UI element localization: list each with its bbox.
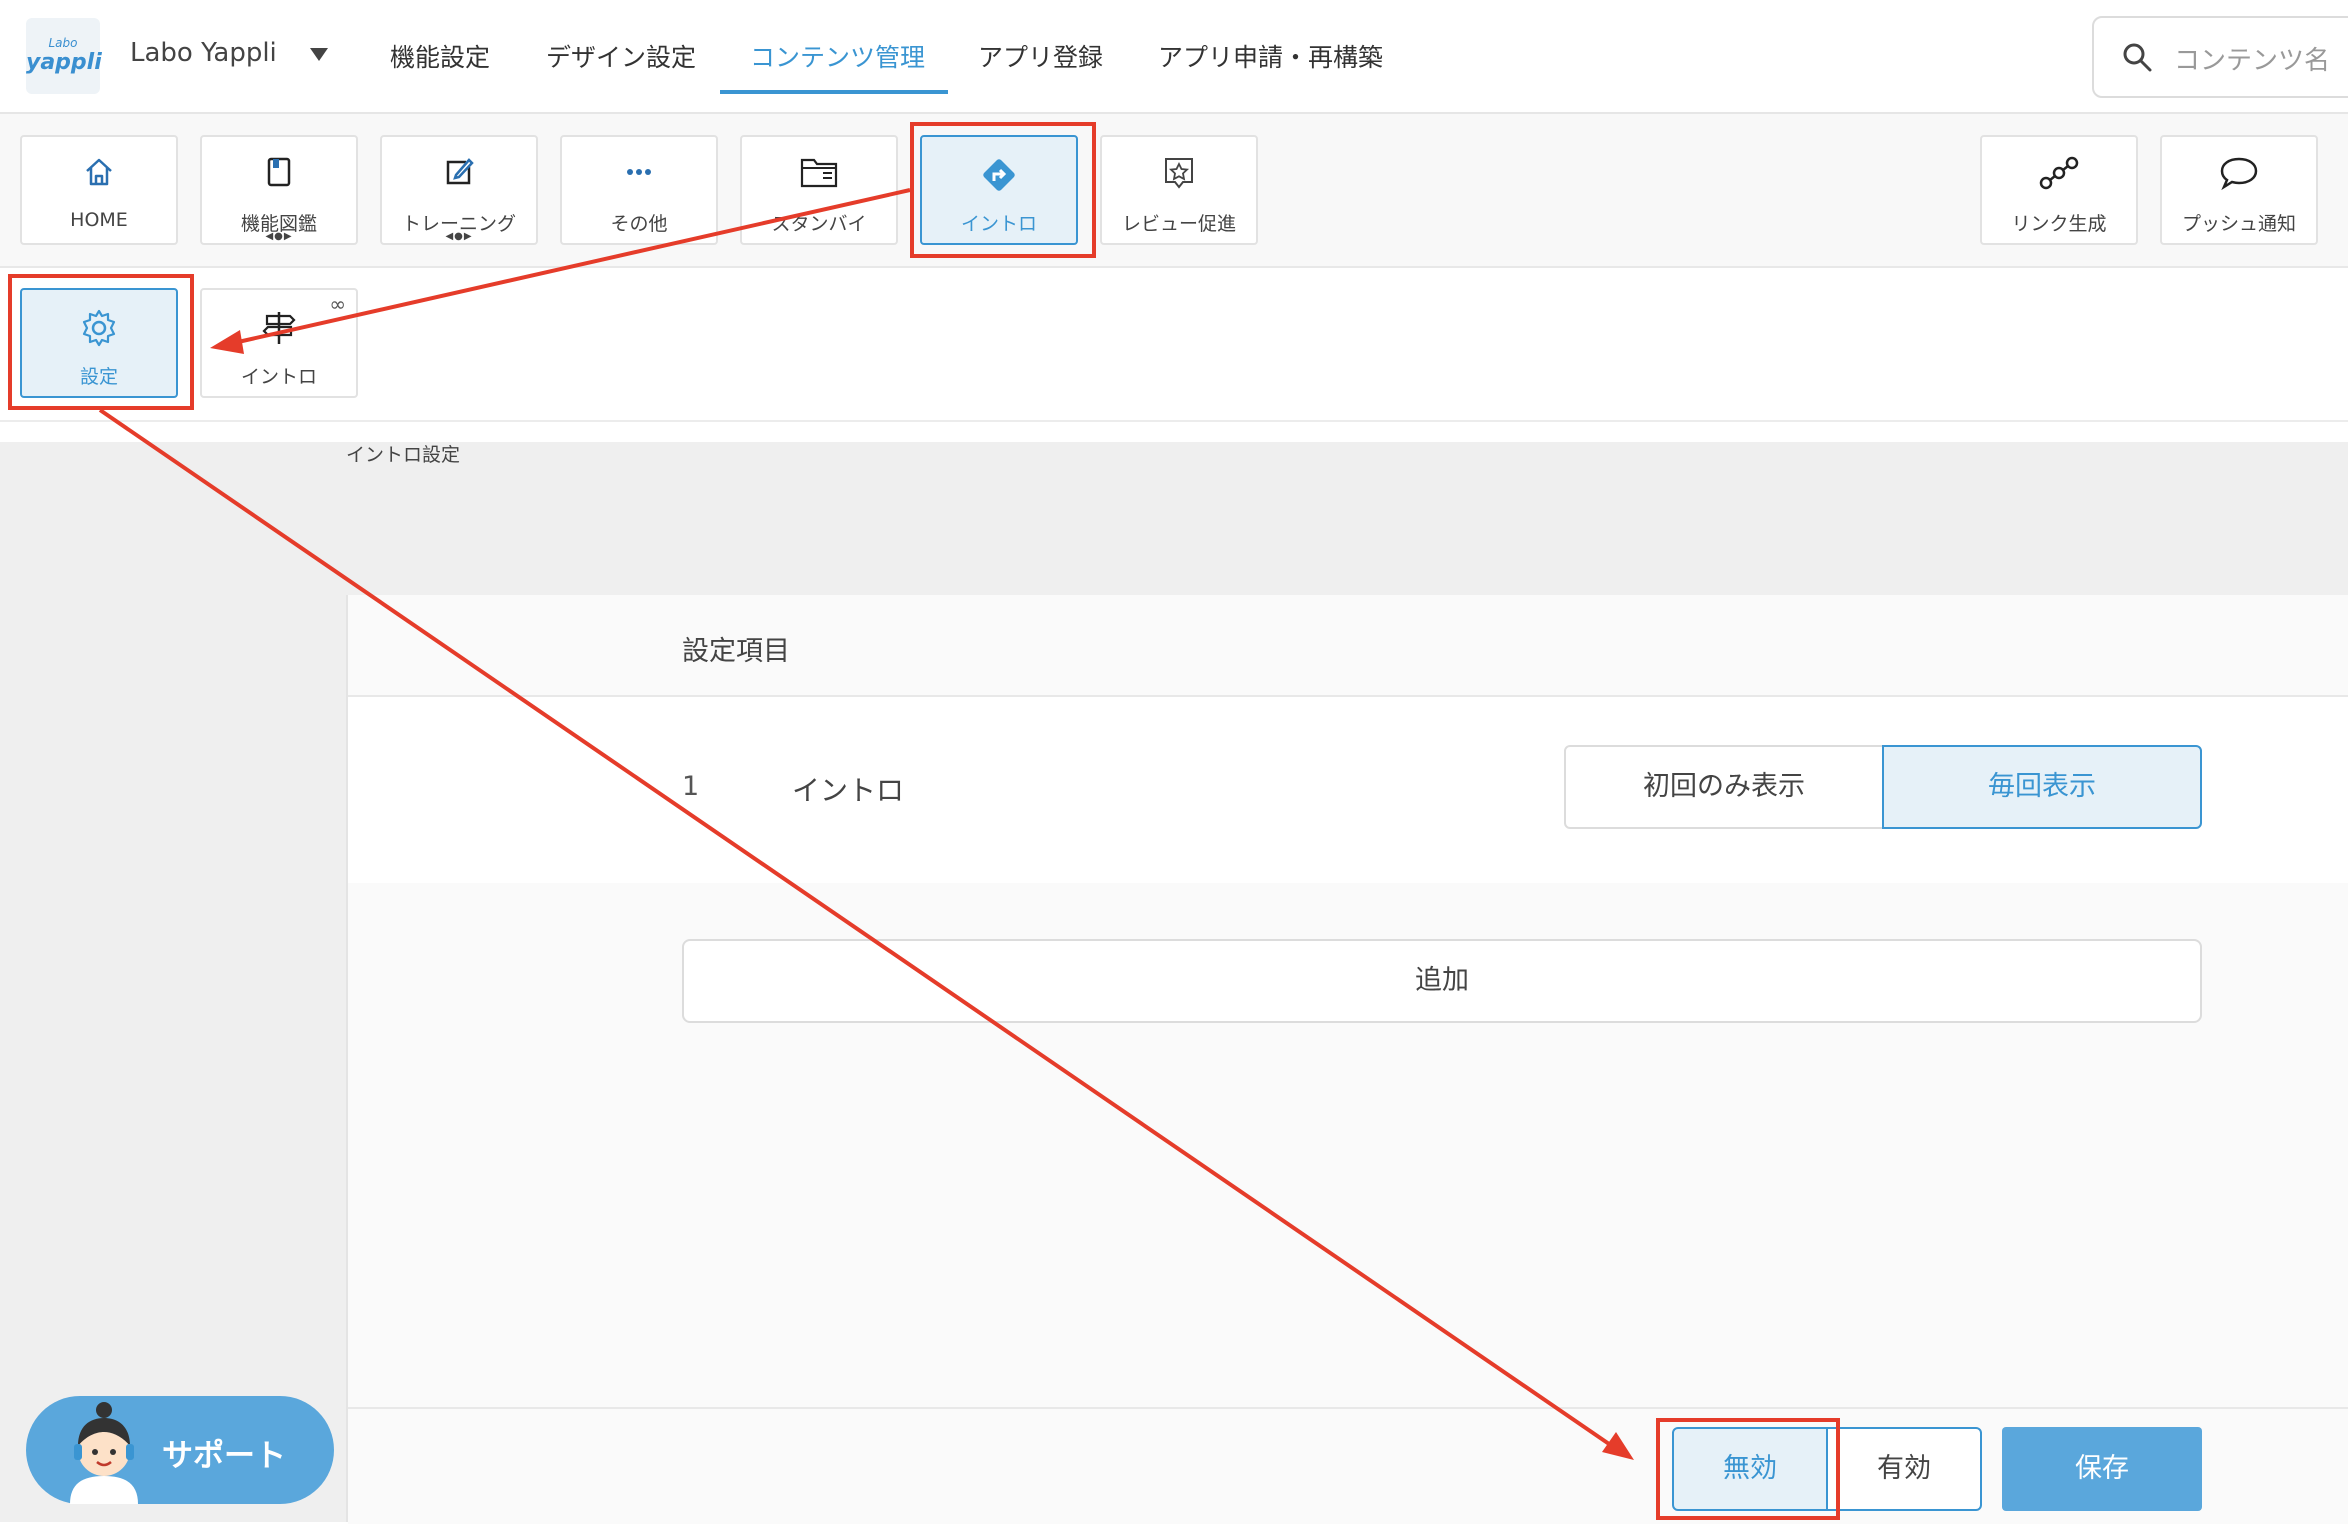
subtoolbar-intro[interactable]: ∞ イントロ [200,288,358,398]
content-search-input[interactable]: コンテンツ名 [2092,16,2348,98]
toolbar-push-notification-label: プッシュ通知 [2181,213,2296,235]
enable-option[interactable]: 有効 [1826,1427,1982,1511]
toolbar-other[interactable]: その他 [560,135,718,245]
top-header: Labo yappli Labo Yappli 機能設定 デザイン設定 コンテン… [0,0,2348,114]
toolbar-review-promotion[interactable]: レビュー促進 [1100,135,1258,245]
toolbar-home-label: HOME [70,209,128,231]
toolbar-standby-label: スタンバイ [771,213,867,235]
row-name[interactable]: イントロ [792,769,904,809]
intro-settings-panel: 設定項目 1 イントロ 初回のみ表示 毎回表示 追加 無効 有効 保存 [346,595,2348,1524]
toolbar-link-generator-label: リンク生成 [2011,213,2107,235]
toolbar-standby[interactable]: スタンバイ [740,135,898,245]
nav-app-submission[interactable]: アプリ申請・再構築 [1158,38,1383,74]
save-button[interactable]: 保存 [2002,1427,2202,1511]
panel-title: 設定項目 [682,636,790,667]
annotation-highlight-disable [1656,1418,1840,1520]
link-nodes-icon [2039,156,2079,190]
subtoolbar-intro-label: イントロ [240,366,317,388]
reorder-arrows-icon[interactable]: ◀●▶ [382,231,536,242]
settings-row: 1 イントロ 初回のみ表示 毎回表示 [348,697,2348,883]
toolbar-link-generator[interactable]: リンク生成 [1980,135,2138,245]
app-switcher-caret-icon[interactable] [310,48,328,61]
content-toolbar: HOME 機能図鑑 ◀●▶ トレーニング ◀●▶ その他 スタンバイ イントロ … [0,114,2348,268]
toolbar-home[interactable]: HOME [20,135,178,245]
reorder-arrows-icon[interactable]: ◀●▶ [202,231,356,242]
support-avatar-icon [70,1402,138,1504]
app-name[interactable]: Labo Yappli [130,38,277,68]
toolbar-push-notification[interactable]: プッシュ通知 [2160,135,2318,245]
logo-small-text: Labo [48,36,78,50]
breadcrumb: イントロ設定 [346,444,461,466]
nav-content-management[interactable]: コンテンツ管理 [750,38,925,74]
support-label: サポート [162,1438,286,1474]
panel-header: 設定項目 [348,595,2348,697]
speech-bubble-icon [2220,157,2258,191]
annotation-highlight-settings [8,274,194,410]
display-first-time-only-option[interactable]: 初回のみ表示 [1564,745,1884,829]
toolbar-other-label: その他 [610,213,668,235]
nav-app-registration[interactable]: アプリ登録 [978,38,1103,74]
app-logo[interactable]: Labo yappli [26,18,102,94]
edit-icon [446,158,474,185]
folder-icon [800,158,838,188]
toolbar-training[interactable]: トレーニング ◀●▶ [380,135,538,245]
row-number: 1 [682,771,700,802]
logo-text: yappli [26,50,102,75]
panel-footer: 無効 有効 保存 [348,1407,2348,1524]
nav-design-settings[interactable]: デザイン設定 [546,38,696,74]
home-icon [86,158,112,186]
book-icon [267,157,291,187]
nav-feature-settings[interactable]: 機能設定 [390,38,490,74]
search-icon [2123,43,2152,72]
active-nav-underline [720,90,948,94]
add-button[interactable]: 追加 [682,939,2202,1023]
intro-subtoolbar: 設定 ∞ イントロ [0,268,2348,422]
signpost-icon [262,312,296,344]
star-icon [1165,158,1193,189]
search-placeholder: コンテンツ名 [2174,46,2331,76]
annotation-highlight-intro [910,122,1096,258]
display-every-time-option[interactable]: 毎回表示 [1882,745,2202,829]
more-dots-icon [627,169,651,175]
toolbar-review-promotion-label: レビュー促進 [1121,213,1236,235]
support-button[interactable]: サポート [26,1396,334,1504]
toolbar-feature-book[interactable]: 機能図鑑 ◀●▶ [200,135,358,245]
